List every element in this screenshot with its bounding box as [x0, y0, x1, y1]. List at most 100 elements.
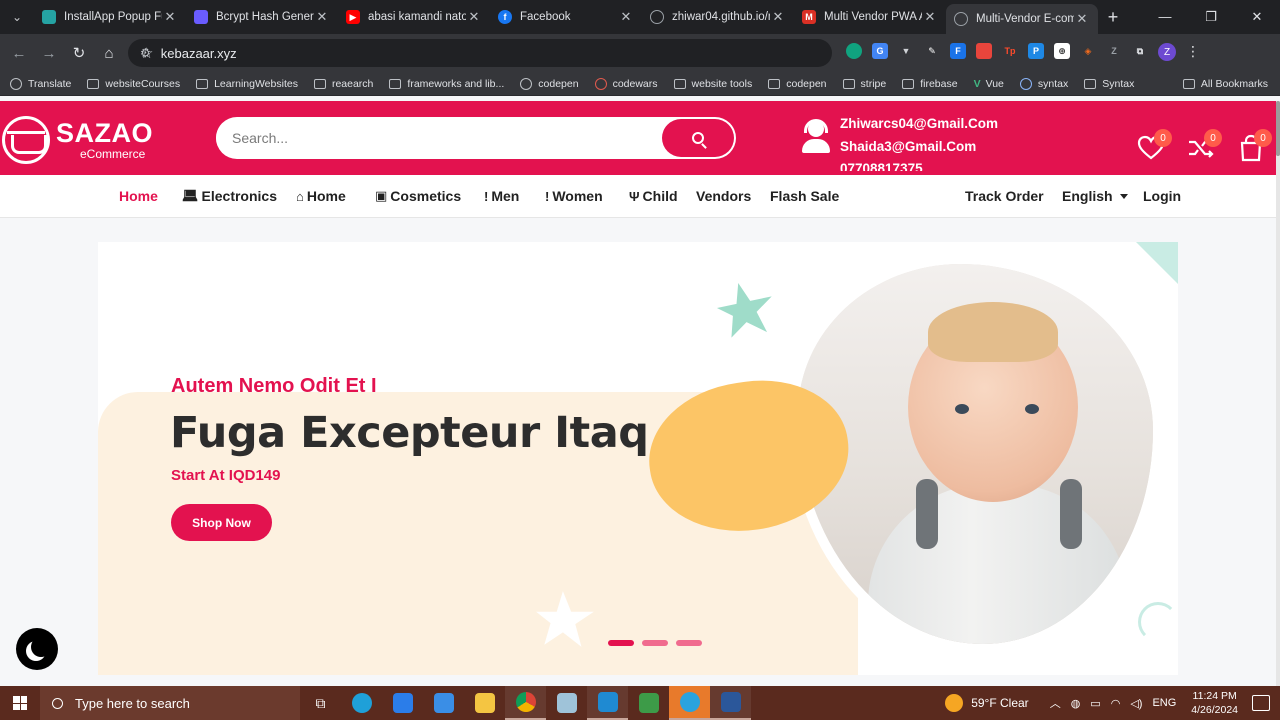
browser-tab-active[interactable]: Multi-Vendor E-comm ✕	[946, 4, 1098, 34]
eyedropper-extension-icon[interactable]: ✎	[924, 43, 940, 59]
contact-email[interactable]: Zhiwarcs04@Gmail.Com	[840, 113, 998, 136]
browser-tab[interactable]: M Multi Vendor PWA Ap ✕	[794, 0, 946, 34]
bookmark-item[interactable]: Translate	[10, 77, 71, 90]
task-view-icon[interactable]: ⧉	[300, 686, 341, 720]
tab-close-icon[interactable]: ✕	[162, 9, 178, 25]
bookmark-folder[interactable]: stripe	[842, 78, 886, 90]
puzzle-icon[interactable]: ⧉	[1132, 43, 1148, 59]
mail-icon[interactable]	[423, 686, 464, 720]
store-icon[interactable]	[382, 686, 423, 720]
language-dropdown[interactable]: English	[1062, 188, 1128, 204]
browser-tab[interactable]: Bcrypt Hash Generato ✕	[186, 0, 338, 34]
openai-extension-icon[interactable]: ⊕	[1054, 43, 1070, 59]
taskbar-search[interactable]: Type here to search	[40, 686, 300, 720]
browser-menu-icon[interactable]: ⋮	[1186, 43, 1200, 61]
bookmark-folder[interactable]: Syntax	[1084, 78, 1134, 90]
scrollbar-thumb[interactable]	[1276, 101, 1280, 156]
new-tab-button[interactable]: +	[1098, 7, 1128, 28]
stack-extension-icon[interactable]: ◈	[1080, 43, 1096, 59]
nav-home-category[interactable]: ⌂ Home	[296, 188, 346, 204]
nav-women[interactable]: ǃ Women	[545, 188, 603, 204]
chrome-icon[interactable]	[505, 686, 546, 720]
nav-home[interactable]: Home	[119, 188, 158, 204]
vscode-icon[interactable]	[587, 686, 628, 720]
slider-dot[interactable]	[642, 640, 668, 646]
tab-close-icon[interactable]: ✕	[1074, 11, 1090, 27]
bookmark-item[interactable]: V Vue	[974, 78, 1004, 90]
bookmark-folder[interactable]: website tools	[673, 78, 752, 90]
start-button[interactable]	[0, 686, 40, 720]
bookmark-star-icon[interactable]: ☆	[140, 44, 153, 62]
nav-vendors[interactable]: Vendors	[696, 188, 751, 204]
dark-mode-toggle[interactable]	[16, 628, 58, 670]
browser-tab[interactable]: ▶ abasi kamandi naton ✕	[338, 0, 490, 34]
reload-icon[interactable]: ↻	[64, 44, 94, 62]
slider-dot-active[interactable]	[608, 640, 634, 646]
word-icon[interactable]	[710, 686, 751, 720]
bookmark-folder[interactable]: codepen	[768, 78, 827, 90]
tp-extension-icon[interactable]: Tp	[1002, 43, 1018, 59]
bookmark-item[interactable]: syntax	[1019, 77, 1068, 90]
wifi-icon[interactable]: ◠	[1111, 697, 1121, 710]
volume-icon[interactable]: ◁)	[1130, 697, 1142, 710]
page-scrollbar[interactable]	[1276, 101, 1280, 686]
nav-flash-sale[interactable]: Flash Sale	[770, 188, 839, 204]
bookmark-folder[interactable]: websiteCourses	[87, 78, 180, 90]
tab-close-icon[interactable]: ✕	[314, 9, 330, 25]
minimize-icon[interactable]: —	[1142, 9, 1188, 25]
tab-search-button[interactable]: ⌄	[0, 0, 34, 34]
bookmark-folder[interactable]: reaearch	[313, 78, 373, 90]
back-icon[interactable]: ←	[4, 45, 34, 62]
search-input[interactable]	[216, 130, 662, 146]
tab-close-icon[interactable]: ✕	[770, 9, 786, 25]
battery-icon[interactable]: ▭	[1090, 697, 1100, 710]
nav-electronics[interactable]: 💻︎ Electronics	[182, 188, 277, 204]
login-link[interactable]: Login	[1143, 188, 1181, 204]
tab-close-icon[interactable]: ✕	[618, 9, 634, 25]
profile-avatar[interactable]: Z	[1158, 43, 1176, 61]
notepad-icon[interactable]	[546, 686, 587, 720]
maximize-icon[interactable]: ❐	[1188, 9, 1234, 25]
edge-icon[interactable]	[341, 686, 382, 720]
system-clock[interactable]: 11:24 PM 4/26/2024	[1191, 689, 1238, 717]
notification-center-icon[interactable]	[1252, 695, 1270, 711]
bookmark-folder[interactable]: firebase	[902, 78, 958, 90]
bookmark-folder[interactable]: LearningWebsites	[196, 78, 298, 90]
translate-extension-icon[interactable]: G	[872, 43, 888, 59]
home-icon[interactable]: ⌂	[94, 45, 124, 62]
track-order-link[interactable]: Track Order	[965, 188, 1044, 204]
spreadsheet-icon[interactable]	[628, 686, 669, 720]
telegram-icon[interactable]	[669, 686, 710, 720]
url-text[interactable]: kebazaar.xyz	[161, 46, 237, 61]
vue-devtools-icon[interactable]: ▼	[898, 43, 914, 59]
weather-widget[interactable]: 59°F Clear	[945, 694, 1029, 712]
nav-child[interactable]: Ψ Child	[629, 188, 678, 204]
chevron-up-icon[interactable]: ︿	[1050, 695, 1061, 711]
contact-email[interactable]: Shaida3@Gmail.Com	[840, 136, 998, 159]
site-logo[interactable]: SAZAO eCommerce	[2, 116, 153, 164]
tab-close-icon[interactable]: ✕	[466, 9, 482, 25]
font-extension-icon[interactable]: F	[950, 43, 966, 59]
slider-dot[interactable]	[676, 640, 702, 646]
shop-now-button[interactable]: Shop Now	[171, 504, 272, 541]
input-language[interactable]: ENG	[1152, 697, 1176, 709]
nav-men[interactable]: ǃ Men	[484, 188, 519, 204]
z-extension-icon[interactable]: Z	[1106, 43, 1122, 59]
browser-tab[interactable]: f Facebook ✕	[490, 0, 642, 34]
forward-icon[interactable]: →	[34, 45, 64, 62]
p-extension-icon[interactable]: P	[1028, 43, 1044, 59]
bookmark-item[interactable]: codepen	[520, 77, 579, 90]
red-extension-icon[interactable]	[976, 43, 992, 59]
close-window-icon[interactable]: ✕	[1234, 9, 1280, 25]
network-icon[interactable]: ◍	[1071, 697, 1081, 710]
chatgpt-extension-icon[interactable]	[846, 43, 862, 59]
file-explorer-icon[interactable]	[464, 686, 505, 720]
search-button[interactable]	[662, 119, 734, 157]
address-bar[interactable]: ⚙ kebazaar.xyz ☆	[128, 39, 832, 67]
all-bookmarks[interactable]: All Bookmarks	[1182, 78, 1268, 90]
browser-tab[interactable]: InstallApp Popup Fun ✕	[34, 0, 186, 34]
browser-tab[interactable]: zhiwar04.github.io/m ✕	[642, 0, 794, 34]
contact-phone[interactable]: 07708817375	[840, 158, 998, 171]
bookmark-folder[interactable]: frameworks and lib...	[389, 78, 504, 90]
bookmark-item[interactable]: codewars	[594, 77, 658, 90]
